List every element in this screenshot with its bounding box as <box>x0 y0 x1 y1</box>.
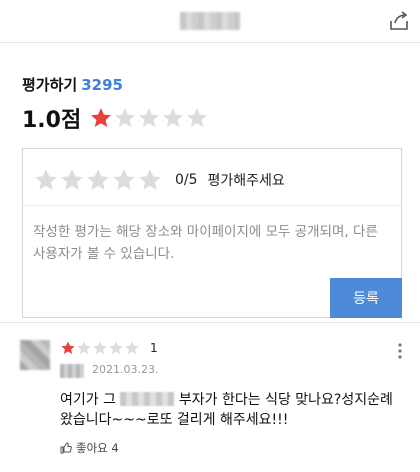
section-divider <box>0 322 420 323</box>
rating-fraction: 0/5 <box>175 172 198 188</box>
avatar[interactable] <box>20 340 50 370</box>
thumbs-up-icon <box>60 442 72 454</box>
star-empty-icon <box>109 341 123 354</box>
star-empty-icon[interactable] <box>111 167 137 193</box>
review-rating: 1 <box>60 340 158 356</box>
page-title-redacted <box>180 12 240 30</box>
rating-input: 0/5 평가해주세요 <box>33 167 285 193</box>
heading-label: 평가하기 <box>22 76 78 94</box>
star-empty-icon <box>163 108 184 127</box>
review-text: 여기가 그 부자가 한다는 식당 맞나요?성지순례 왔습니다~~~로또 걸리게 … <box>60 390 400 430</box>
average-stars <box>89 106 209 130</box>
review-textarea[interactable]: 작성한 평가는 해당 장소와 마이페이지에 모두 공개되며, 다른 사용자가 볼… <box>33 221 393 265</box>
like-button[interactable]: 좋아요 4 <box>60 440 119 456</box>
submit-button[interactable]: 등록 <box>330 278 402 318</box>
star-empty-icon <box>93 341 107 354</box>
review-count: 3295 <box>81 76 123 94</box>
star-filled-icon <box>91 108 112 127</box>
share-icon[interactable] <box>388 10 410 32</box>
star-filled-icon <box>61 341 75 354</box>
average-score-row: 1.0점 <box>22 102 209 134</box>
star-empty-icon[interactable] <box>33 167 59 193</box>
review-form: 0/5 평가해주세요 작성한 평가는 해당 장소와 마이페이지에 모두 공개되며… <box>22 148 402 318</box>
review-rating-value: 1 <box>150 341 158 355</box>
review-text-part1: 여기가 그 <box>60 392 116 408</box>
star-empty-icon[interactable] <box>137 167 163 193</box>
star-empty-icon <box>77 341 91 354</box>
top-bar <box>0 0 420 43</box>
reviewer-name-redacted <box>60 364 84 378</box>
star-empty-icon <box>139 108 160 127</box>
more-options-icon[interactable] <box>396 342 404 360</box>
star-empty-icon[interactable] <box>59 167 85 193</box>
star-empty-icon <box>187 108 208 127</box>
review-section-heading: 평가하기 3295 <box>22 74 123 95</box>
average-score: 1.0점 <box>22 108 82 133</box>
like-label: 좋아요 <box>76 441 108 455</box>
star-empty-icon <box>115 108 136 127</box>
redacted-name <box>120 392 175 406</box>
review-date: 2021.03.23. <box>92 363 159 376</box>
like-count: 4 <box>111 441 119 455</box>
review-stars <box>60 340 140 356</box>
star-empty-icon[interactable] <box>85 167 111 193</box>
rating-stars-input[interactable] <box>33 167 163 193</box>
divider <box>23 205 401 206</box>
rating-hint: 평가해주세요 <box>207 173 285 189</box>
star-empty-icon <box>125 341 139 354</box>
